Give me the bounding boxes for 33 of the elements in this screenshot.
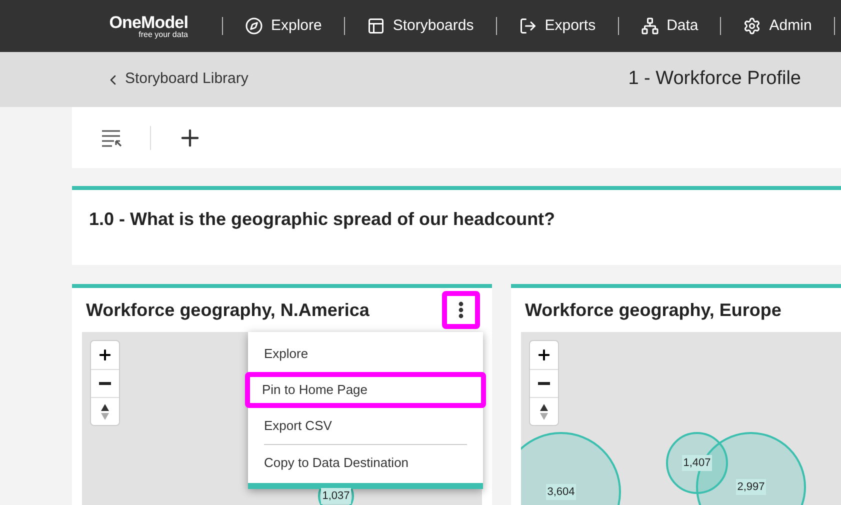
menu-item[interactable]: Export CSV: [250, 408, 481, 444]
sitemap-icon: [640, 17, 659, 35]
nav-link[interactable]: Exports: [496, 14, 618, 38]
board-icon: [366, 17, 385, 35]
menu-item[interactable]: Explore: [250, 336, 481, 372]
kebab-icon: [458, 301, 464, 319]
nav-link[interactable]: Storyboards: [344, 14, 496, 38]
plus-icon: [536, 347, 552, 363]
bubble-label: 1,407: [682, 454, 712, 472]
card-title: Workforce geography, Europe: [525, 298, 782, 322]
minus-icon: [99, 382, 111, 385]
plus-icon: [97, 347, 113, 363]
list-cursor-icon: [100, 128, 122, 148]
north-arrow-icon: [100, 402, 110, 420]
bubble-label: 3,604: [546, 484, 576, 500]
menu-item[interactable]: Copy to Data Destination: [250, 445, 481, 481]
bubble-label: 2,997: [736, 478, 766, 496]
bubble-label: 1,037: [321, 488, 351, 504]
north-arrow-icon: [539, 402, 549, 420]
export-icon: [518, 17, 537, 35]
question-heading: 1.0 - What is the geographic spread of our headcount?: [89, 209, 556, 229]
nav-link[interactable]: Admin: [721, 14, 834, 38]
logo-tagline: free your data: [138, 30, 188, 38]
page-title: 1 - Workforce Profile: [628, 67, 801, 92]
compass-icon: [245, 17, 263, 35]
nav-link[interactable]: Explore: [223, 14, 344, 38]
nav-link[interactable]: Data: [618, 14, 720, 38]
settings-icon: [743, 17, 762, 35]
logo-text: OneModel: [109, 14, 188, 30]
card-title: Workforce geography, N.America: [86, 298, 370, 322]
minus-icon: [538, 382, 550, 385]
menu-item[interactable]: Pin to Home Page: [245, 372, 486, 408]
back-link[interactable]: Storyboard Library: [105, 68, 248, 91]
